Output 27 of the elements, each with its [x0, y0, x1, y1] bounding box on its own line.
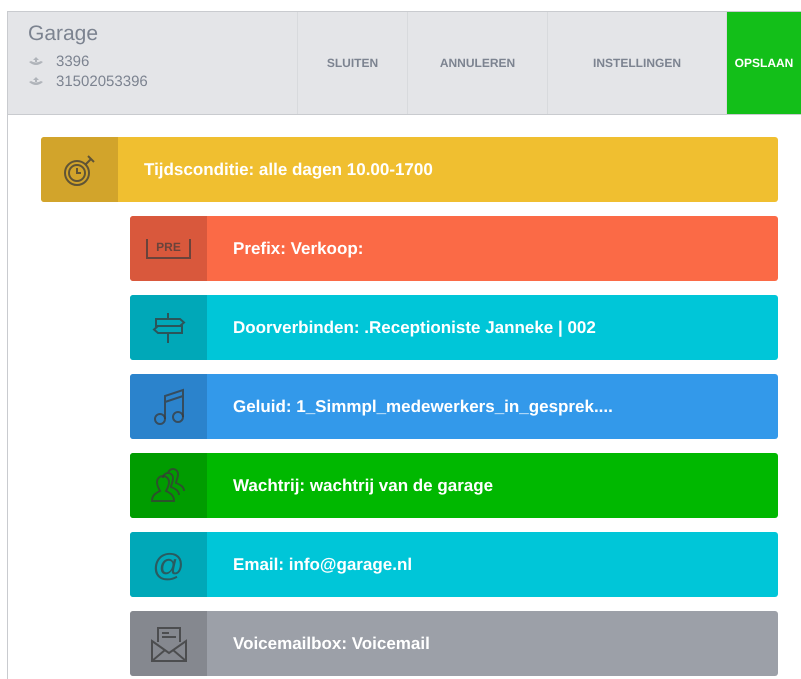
- envelope-icon: [148, 624, 188, 662]
- phone-icon: [28, 57, 44, 67]
- flow-step[interactable]: Geluid: 1_Simmpl_medewerkers_in_gesprek....: [130, 374, 778, 439]
- save-button[interactable]: OPSLAAN: [726, 12, 801, 114]
- phone-number: 31502053396: [56, 72, 148, 92]
- toolbar-button[interactable]: SLUITEN: [297, 12, 407, 114]
- flow-step[interactable]: Wachtrij: wachtrij van de garage: [130, 453, 778, 518]
- toolbar-button[interactable]: ANNULEREN: [407, 12, 547, 114]
- phone-icon: [28, 77, 44, 87]
- step-label: Prefix: Verkoop:: [233, 238, 364, 260]
- step-label: Voicemailbox: Voicemail: [233, 632, 430, 655]
- flow-step[interactable]: Doorverbinden: .Receptioniste Janneke | 002: [130, 295, 778, 360]
- step-label: Tijdsconditie: alle dagen 10.00-1700: [144, 158, 433, 181]
- step-label: Doorverbinden: .Receptioniste Janneke | 002: [233, 316, 596, 339]
- music-note-icon: [152, 388, 184, 426]
- flow-step[interactable]: PRE Prefix: Verkoop:: [130, 216, 778, 281]
- flow-step[interactable]: @ Email: info@garage.nl: [130, 532, 778, 597]
- page-title: Garage: [28, 21, 100, 47]
- at-sign-icon: @: [152, 548, 185, 580]
- phone-number: 3396: [56, 52, 90, 72]
- flow-step[interactable]: Tijdsconditie: alle dagen 10.00-1700: [41, 137, 778, 202]
- step-label: Wachtrij: wachtrij van de garage: [233, 474, 494, 497]
- flow-step[interactable]: Voicemailbox: Voicemail: [130, 611, 778, 676]
- step-label: Geluid: 1_Simmpl_medewerkers_in_gesprek....: [233, 396, 613, 418]
- step-label: Email: info@garage.nl: [233, 554, 412, 576]
- signpost-icon: [150, 310, 186, 344]
- prefix-icon: PRE: [146, 238, 191, 258]
